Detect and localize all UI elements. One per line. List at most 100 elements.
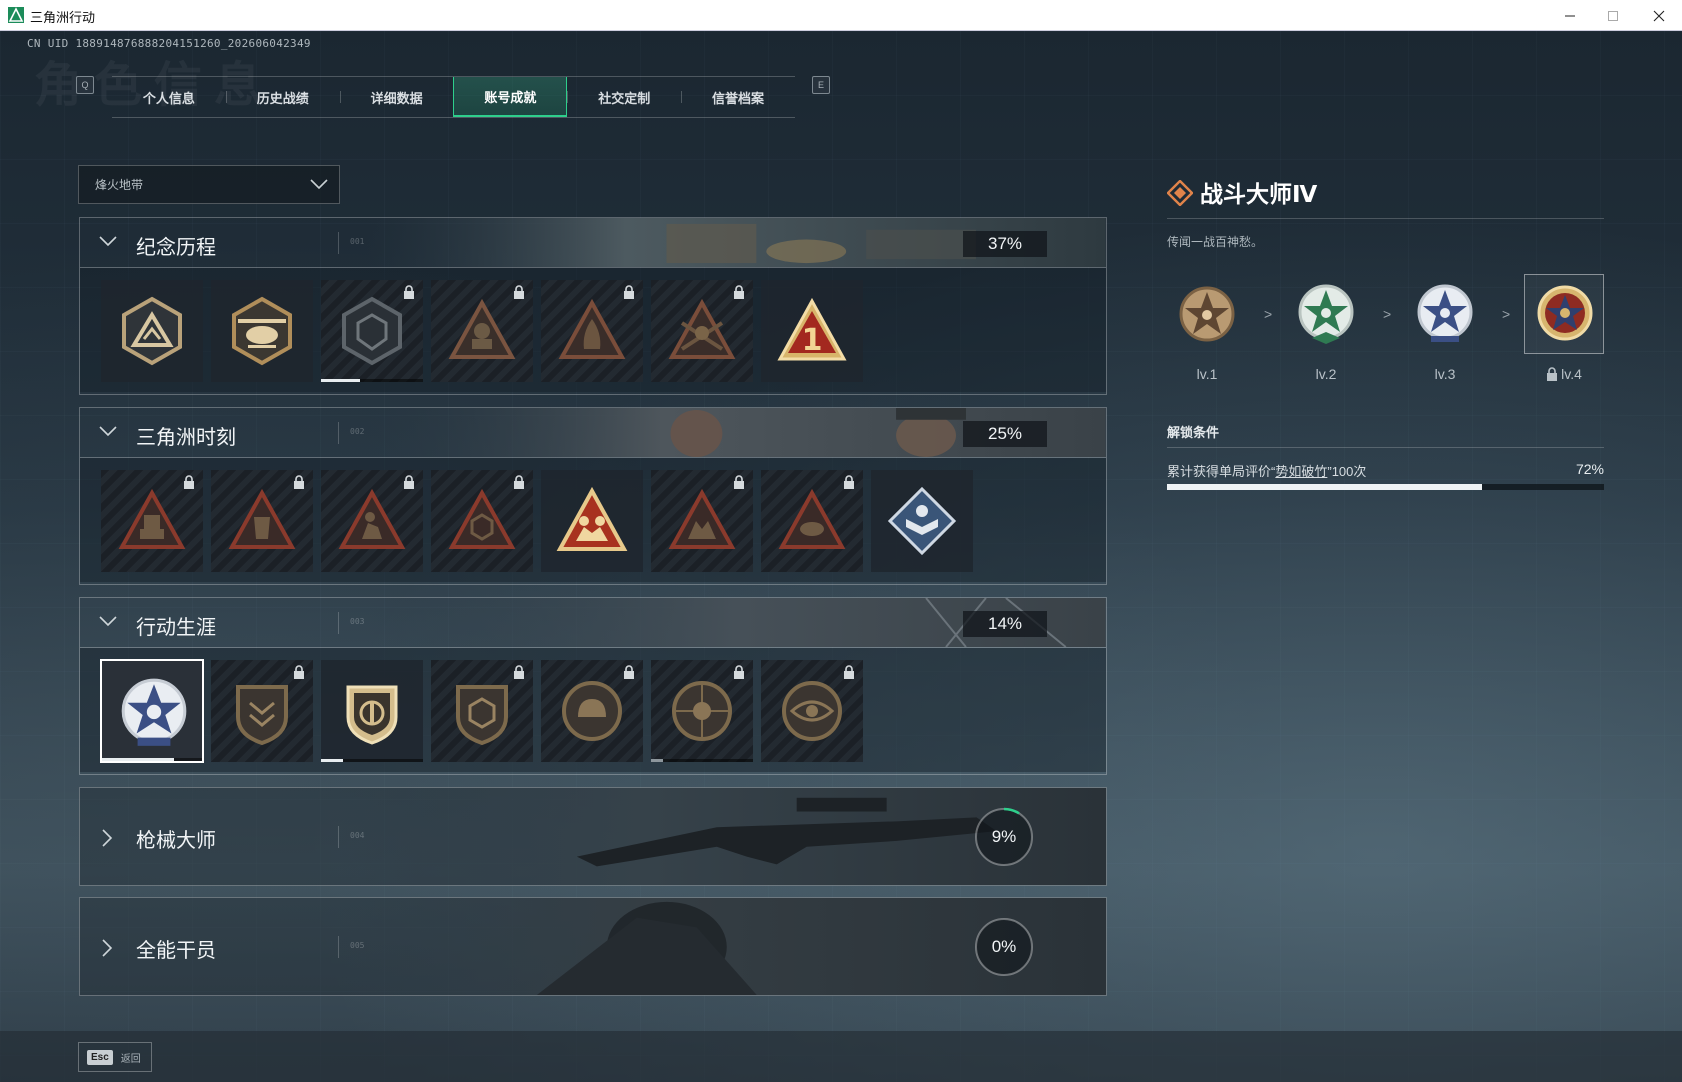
badge-slot-locked[interactable] (541, 660, 643, 762)
level-label: lv.2 (1315, 366, 1337, 382)
header-divider (338, 826, 339, 848)
condition-progress-track (1167, 484, 1604, 490)
level-3[interactable]: lv.3 (1405, 274, 1485, 382)
lock-icon (404, 285, 414, 299)
category-percent: 14% (963, 611, 1047, 637)
badge-progress (651, 759, 664, 762)
team-triangle-badge-icon (668, 488, 736, 549)
badge-slot-locked[interactable] (651, 660, 753, 762)
badge-slot-locked[interactable] (431, 660, 533, 762)
badge-slot-locked[interactable] (431, 280, 533, 382)
badge-slot-locked[interactable] (211, 660, 313, 762)
category-header[interactable]: 纪念历程 001 37% (80, 218, 1106, 268)
category-header[interactable]: 行动生涯 003 14% (80, 598, 1106, 648)
level-arrow: > (1502, 306, 1511, 322)
crosshair-skull-badge-icon (672, 681, 732, 741)
header-divider (338, 936, 339, 958)
chevron-shield-badge-icon (236, 685, 288, 746)
level-label: lv.3 (1434, 366, 1456, 382)
category-header[interactable]: 三角洲时刻 002 25% (80, 408, 1106, 458)
tab-social[interactable]: 社交定制 (567, 77, 681, 117)
header-divider (338, 232, 339, 254)
close-icon (1653, 10, 1665, 21)
badge-progress (321, 759, 344, 762)
hooded-triangle-badge-icon (558, 298, 626, 359)
level-1[interactable]: lv.1 (1167, 274, 1247, 382)
badge-progress (102, 758, 174, 761)
maximize-button[interactable] (1590, 0, 1636, 31)
rank-one-badge-icon: 1 (777, 297, 847, 361)
hex-shield-badge-icon (456, 685, 508, 746)
footer-bar: Esc 返回 (0, 1031, 1682, 1082)
tab-detailed-data[interactable]: 详细数据 (339, 77, 454, 117)
category-memorial: 纪念历程 001 37% 1 (79, 217, 1107, 395)
badge-slot-locked[interactable] (541, 280, 643, 382)
window-titlebar: 三角洲行动 (0, 0, 1682, 31)
tab-achievements[interactable]: 账号成就 (453, 77, 568, 117)
bronze-star-medal-icon (1179, 286, 1235, 342)
mode-dropdown-value: 烽火地带 (95, 178, 144, 192)
category-percent: 25% (963, 421, 1047, 447)
lock-icon (844, 665, 854, 679)
achievement-description: 传闻一战百神愁。 (1167, 235, 1264, 249)
level-2[interactable]: lv.2 (1286, 274, 1366, 382)
badge-slot[interactable] (541, 470, 643, 572)
badge-row (80, 648, 1106, 772)
badge-slot-locked[interactable] (431, 470, 533, 572)
app-logo-icon (8, 7, 24, 23)
condition-link[interactable]: 势如破竹 (1275, 464, 1327, 479)
category-title: 纪念历程 (136, 237, 216, 259)
badge-slot[interactable] (211, 280, 313, 382)
category-code: 004 (350, 831, 365, 840)
category-code: 005 (350, 941, 365, 950)
condition-percent: 72% (1575, 461, 1604, 477)
helmet-round-badge-icon (562, 681, 622, 741)
level-arrow: > (1264, 306, 1273, 322)
chevron-down-icon (99, 616, 117, 627)
badge-slot-locked[interactable] (651, 470, 753, 572)
shield-emblem-badge-icon (342, 296, 402, 366)
badge-slot-locked[interactable] (761, 660, 863, 762)
tab-match-history[interactable]: 历史战绩 (225, 77, 340, 117)
level-label: lv.1 (1196, 366, 1218, 382)
category-all-round-operator[interactable]: 全能干员 005 0% (79, 897, 1107, 996)
badge-slot-locked[interactable] (101, 470, 203, 572)
tab-credit-record[interactable]: 信誉档案 (681, 77, 795, 117)
category-title: 枪械大师 (136, 830, 216, 852)
badge-slot[interactable] (101, 280, 203, 382)
badge-slot[interactable] (321, 660, 423, 762)
tab-prev-key[interactable]: Q (76, 76, 94, 94)
level-4-selected[interactable]: lv.4 (1524, 274, 1604, 382)
badge-slot-locked[interactable] (761, 470, 863, 572)
kneeling-soldier-badge-icon (338, 488, 406, 549)
category-title: 行动生涯 (136, 617, 216, 639)
close-button[interactable] (1636, 0, 1682, 31)
category-gun-master[interactable]: 枪械大师 004 9% (79, 787, 1107, 886)
lock-icon (734, 285, 744, 299)
esc-key: Esc (87, 1049, 113, 1065)
back-button[interactable]: Esc 返回 (78, 1042, 152, 1072)
green-star-medal-icon (1298, 284, 1354, 344)
badge-slot-selected[interactable] (100, 659, 204, 763)
mode-dropdown[interactable]: 烽火地带 (78, 165, 340, 204)
badge-slot-locked[interactable] (321, 470, 423, 572)
diamond-rank-icon (1167, 180, 1193, 206)
badge-slot[interactable]: 1 (761, 280, 863, 382)
lock-icon (514, 285, 524, 299)
mask-triangle-badge-icon (228, 488, 296, 549)
minimize-icon (1565, 15, 1575, 16)
lock-icon (734, 475, 744, 489)
tab-next-key[interactable]: E (812, 76, 830, 94)
crossed-rifles-badge-icon (668, 298, 736, 359)
badge-slot-locked[interactable] (211, 470, 313, 572)
badge-slot-locked[interactable] (651, 280, 753, 382)
lock-icon (294, 475, 304, 489)
badge-slot[interactable] (871, 470, 973, 572)
diamond-book-badge-icon (887, 486, 957, 556)
squad-triangle-badge-icon (556, 486, 628, 551)
minimize-button[interactable] (1547, 0, 1593, 31)
tab-personal-info[interactable]: 个人信息 (112, 77, 226, 117)
badge-slot-locked[interactable] (321, 280, 423, 382)
back-label: 返回 (120, 1053, 141, 1065)
category-code: 001 (350, 237, 365, 246)
